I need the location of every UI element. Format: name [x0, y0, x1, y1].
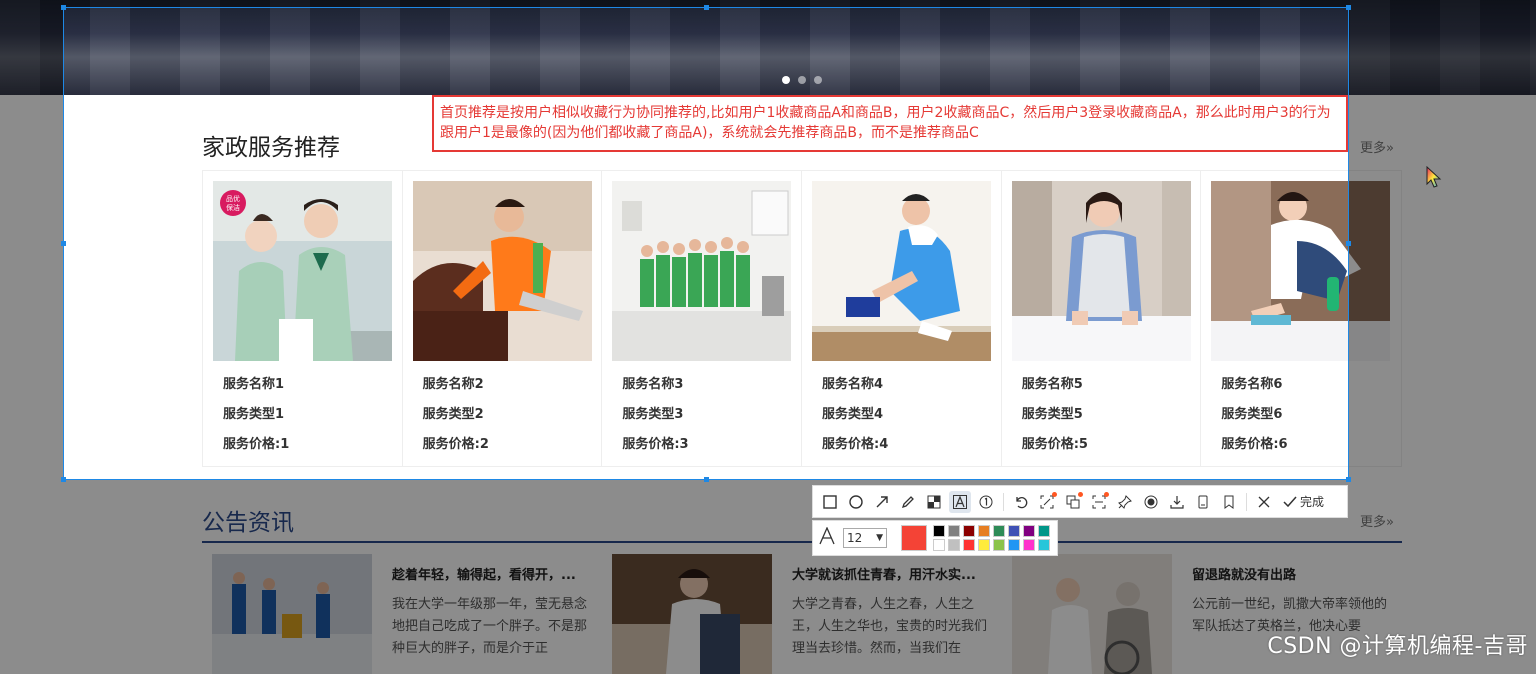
section-title-recommend: 家政服务推荐 — [202, 135, 340, 161]
ocr-icon[interactable] — [1036, 491, 1058, 513]
service-type: 服务类型4 — [822, 407, 884, 422]
color-swatch[interactable] — [1023, 525, 1035, 537]
watermark: CSDN @计算机编程-吉哥 — [1267, 634, 1528, 659]
record-icon[interactable] — [1140, 491, 1162, 513]
color-palette — [933, 525, 1050, 551]
translate-icon[interactable] — [1062, 491, 1084, 513]
annotation-textbox[interactable]: 首页推荐是按用户相似收藏行为协同推荐的,比如用户1收藏商品A和商品B，用户2收藏… — [432, 95, 1348, 152]
color-swatch[interactable] — [948, 525, 960, 537]
check-icon — [1283, 496, 1297, 507]
color-swatch[interactable] — [933, 525, 945, 537]
carousel-dot[interactable] — [782, 76, 790, 84]
service-image[interactable] — [1011, 181, 1191, 361]
pin-icon[interactable] — [1114, 491, 1136, 513]
color-swatch[interactable] — [1023, 539, 1035, 551]
carousel-dot[interactable] — [798, 76, 806, 84]
service-name: 服务名称4 — [822, 377, 884, 392]
undo-icon[interactable] — [1010, 491, 1032, 513]
service-type: 服务类型5 — [1021, 407, 1083, 422]
svg-text:保洁: 保洁 — [226, 203, 240, 212]
service-card[interactable]: 服务名称4 服务类型4 服务价格:4 — [802, 171, 1002, 466]
color-swatch[interactable] — [978, 525, 990, 537]
service-price: 服务价格:3 — [622, 437, 689, 452]
color-swatch[interactable] — [1008, 525, 1020, 537]
service-image[interactable] — [412, 181, 592, 361]
bookmark-icon[interactable] — [1218, 491, 1240, 513]
text-style-bar: 12 ▼ — [812, 520, 1058, 556]
color-swatch[interactable] — [948, 539, 960, 551]
arrow-icon[interactable] — [871, 491, 893, 513]
color-swatch[interactable] — [963, 539, 975, 551]
service-name: 服务名称2 — [422, 377, 484, 392]
color-swatch[interactable] — [1038, 525, 1050, 537]
hero-banner — [0, 0, 1536, 95]
service-card[interactable]: 服务名称5 服务类型5 服务价格:5 — [1002, 171, 1202, 466]
done-button[interactable]: 完成 — [1279, 493, 1328, 510]
scan-icon[interactable] — [1088, 491, 1110, 513]
service-image[interactable] — [812, 181, 992, 361]
service-type: 服务类型6 — [1221, 407, 1283, 422]
color-swatch[interactable] — [993, 539, 1005, 551]
service-price: 服务价格:1 — [223, 437, 290, 452]
service-card[interactable]: 品优 保洁 服务名称1 服务类型1 服务价格:1 — [203, 171, 403, 466]
capture-dim-overlay — [0, 0, 1536, 7]
close-icon[interactable] — [1253, 491, 1275, 513]
capture-dim-overlay — [1349, 7, 1536, 480]
number-icon[interactable] — [975, 491, 997, 513]
toolbar-divider — [1246, 492, 1247, 511]
service-image[interactable]: 品优 保洁 — [213, 181, 392, 361]
rect-icon[interactable] — [819, 491, 841, 513]
service-name: 服务名称3 — [622, 377, 684, 392]
capture-toolbar: 完成 — [812, 485, 1348, 518]
download-icon[interactable] — [1166, 491, 1188, 513]
mosaic-icon[interactable] — [923, 491, 945, 513]
recommend-card-list: 品优 保洁 服务名称1 服务类型1 服务价格:1 服务名称2 服务类型2 服务价… — [202, 170, 1402, 467]
current-color-swatch[interactable] — [901, 525, 927, 551]
service-price: 服务价格:2 — [422, 437, 489, 452]
service-image[interactable] — [612, 181, 792, 361]
service-type: 服务类型2 — [422, 407, 484, 422]
svg-text:品优: 品优 — [226, 194, 240, 203]
color-swatch[interactable] — [963, 525, 975, 537]
color-swatch[interactable] — [933, 539, 945, 551]
pencil-icon[interactable] — [897, 491, 919, 513]
save-icon[interactable] — [1192, 491, 1214, 513]
service-name: 服务名称5 — [1021, 377, 1083, 392]
service-name: 服务名称1 — [223, 377, 285, 392]
carousel-dots — [782, 76, 822, 84]
mouse-cursor-icon — [1426, 165, 1442, 192]
ellipse-icon[interactable] — [845, 491, 867, 513]
color-swatch[interactable] — [978, 539, 990, 551]
service-card[interactable]: 服务名称2 服务类型2 服务价格:2 — [403, 171, 603, 466]
toolbar-divider — [1003, 492, 1004, 511]
chevron-down-icon: ▼ — [876, 533, 883, 543]
font-size-value: 12 — [847, 531, 863, 545]
color-swatch[interactable] — [1038, 539, 1050, 551]
service-type: 服务类型1 — [223, 407, 285, 422]
service-price: 服务价格:5 — [1021, 437, 1088, 452]
done-label: 完成 — [1300, 495, 1325, 509]
carousel-dot[interactable] — [814, 76, 822, 84]
service-price: 服务价格:4 — [822, 437, 889, 452]
service-type: 服务类型3 — [622, 407, 684, 422]
color-swatch[interactable] — [1008, 539, 1020, 551]
service-card[interactable]: 服务名称3 服务类型3 服务价格:3 — [602, 171, 803, 466]
font-icon — [819, 526, 835, 550]
service-price: 服务价格:6 — [1221, 437, 1288, 452]
font-size-select[interactable]: 12 ▼ — [843, 528, 887, 548]
text-icon[interactable] — [949, 490, 971, 513]
service-name: 服务名称6 — [1221, 377, 1283, 392]
color-swatch[interactable] — [993, 525, 1005, 537]
capture-dim-overlay — [0, 7, 63, 480]
